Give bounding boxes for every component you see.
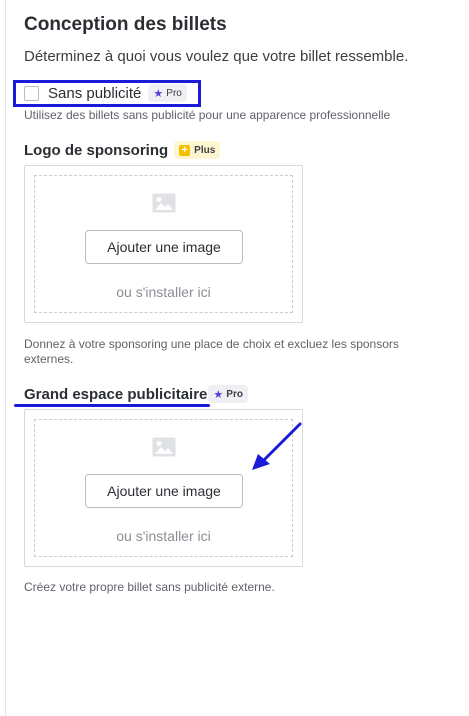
left-divider xyxy=(5,0,6,716)
plus-badge-label: Plus xyxy=(194,144,216,156)
sponsor-logo-hint: Donnez à votre sponsoring une place de c… xyxy=(24,337,399,366)
sponsor-logo-heading: Logo de sponsoring + Plus xyxy=(24,141,221,159)
section-title: Conception des billets xyxy=(24,14,227,35)
large-ad-add-image-button[interactable]: Ajouter une image xyxy=(85,474,243,508)
large-ad-space-hint: Créez votre propre billet sans publicité… xyxy=(24,580,275,594)
image-icon xyxy=(152,193,175,213)
sponsor-drop-text: ou s'installer ici xyxy=(116,284,211,300)
ad-free-hint: Utilisez des billets sans publicité pour… xyxy=(24,108,391,122)
annotation-underline xyxy=(14,404,210,407)
image-icon xyxy=(152,437,175,457)
large-ad-drop-text: ou s'installer ici xyxy=(116,528,211,544)
star-icon: ★ xyxy=(213,388,224,401)
annotation-arrow-icon xyxy=(252,422,302,470)
sponsor-logo-upload-box: Ajouter une image ou s'installer ici xyxy=(24,165,303,323)
large-ad-space-label: Grand espace publicitaire xyxy=(24,385,208,403)
sponsor-logo-dropzone[interactable]: Ajouter une image ou s'installer ici xyxy=(34,175,293,313)
sponsor-add-image-button[interactable]: Ajouter une image xyxy=(85,230,243,264)
sponsor-logo-label: Logo de sponsoring xyxy=(24,141,169,159)
large-ad-space-heading: Grand espace publicitaire ★ Pro xyxy=(24,385,248,403)
pro-badge-label: Pro xyxy=(226,388,243,400)
section-subtitle: Déterminez à quoi vous voulez que votre … xyxy=(24,48,409,65)
plus-badge: + Plus xyxy=(174,141,221,159)
highlight-rectangle xyxy=(13,80,201,107)
plus-square-icon: + xyxy=(179,144,191,156)
pro-badge: ★ Pro xyxy=(208,385,248,403)
